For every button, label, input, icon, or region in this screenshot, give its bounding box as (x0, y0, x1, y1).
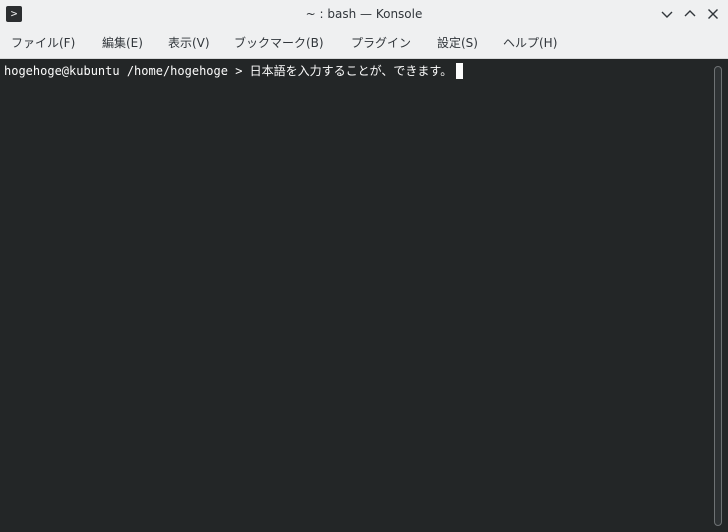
menu-bar: ファイル(F) 編集(E) 表示(V) ブックマーク(B) プラグイン 設定(S… (0, 28, 728, 59)
minimize-icon (661, 11, 673, 18)
menu-settings[interactable]: 設定(S) (437, 28, 478, 59)
close-button[interactable] (703, 4, 723, 24)
terminal-area[interactable]: hogehoge@kubuntu /home/hogehoge > 日本語を入力… (0, 59, 710, 532)
text-cursor (456, 63, 464, 79)
minimize-button[interactable] (657, 4, 677, 24)
menu-view[interactable]: 表示(V) (168, 28, 210, 59)
scrollbar-thumb[interactable] (714, 66, 722, 526)
menu-plugins[interactable]: プラグイン (351, 28, 411, 59)
menu-edit[interactable]: 編集(E) (102, 28, 143, 59)
menu-file[interactable]: ファイル(F) (11, 28, 75, 59)
shell-prompt: hogehoge@kubuntu /home/hogehoge > (4, 64, 250, 78)
maximize-button[interactable] (680, 4, 700, 24)
menu-bookmarks[interactable]: ブックマーク(B) (234, 28, 324, 59)
command-input: 日本語を入力することが、できます。 (249, 64, 453, 78)
maximize-icon (684, 10, 696, 17)
vertical-scrollbar[interactable] (710, 59, 728, 532)
konsole-window: > ~ : bash — Konsole ファイル(F) 編集(E) 表示(V)… (0, 0, 728, 532)
close-icon (708, 9, 718, 19)
title-bar[interactable]: > ~ : bash — Konsole (0, 0, 728, 28)
command-line: hogehoge@kubuntu /home/hogehoge > 日本語を入力… (4, 63, 464, 79)
menu-help[interactable]: ヘルプ(H) (503, 28, 557, 59)
window-title: ~ : bash — Konsole (305, 7, 423, 21)
